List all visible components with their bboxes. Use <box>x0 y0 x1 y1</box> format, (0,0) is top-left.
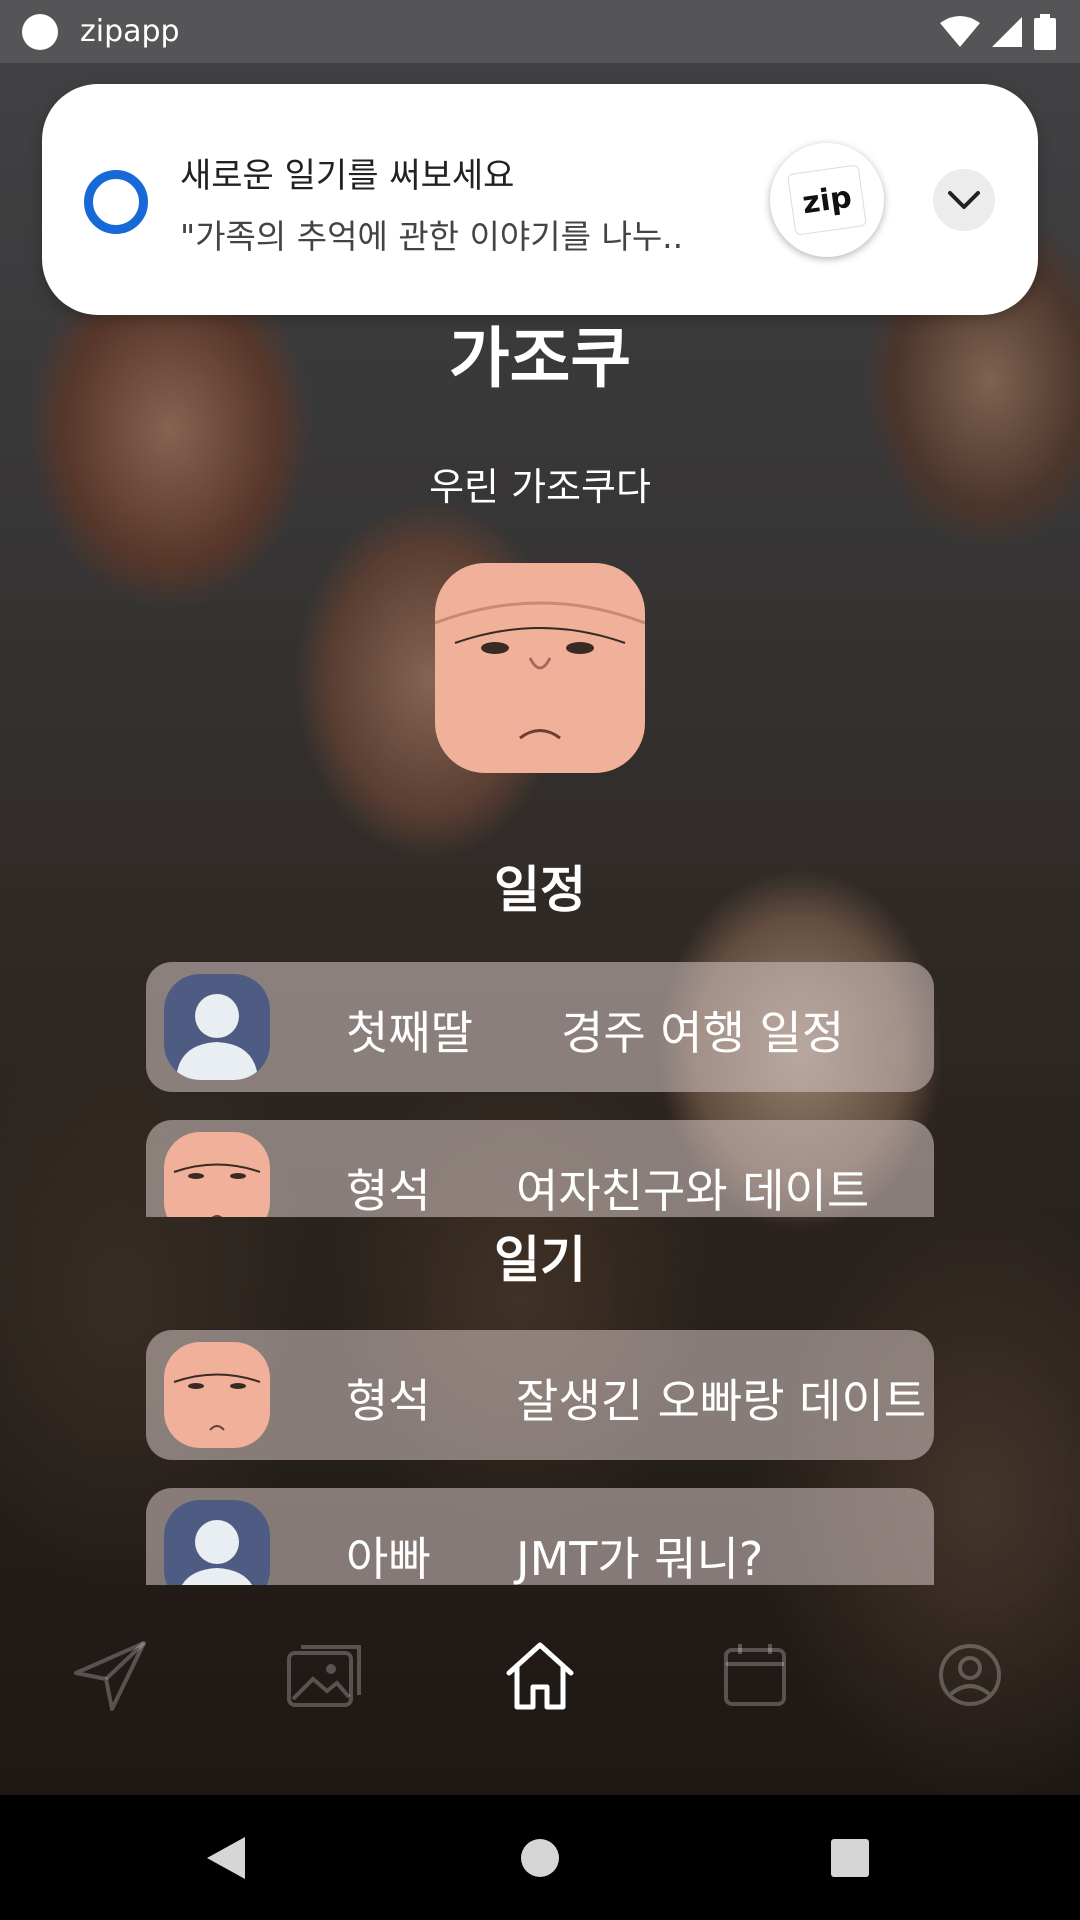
wifi-icon <box>940 16 980 47</box>
diary-title: 일기 <box>494 1231 586 1289</box>
avatar <box>164 1132 270 1217</box>
signal-icon <box>992 17 1022 47</box>
face-cartoon-icon <box>164 1132 270 1217</box>
schedule-item[interactable]: 형석 여자친구와 데이트 <box>146 1120 934 1217</box>
face-cartoon-icon <box>164 1342 270 1448</box>
default-person-icon <box>164 974 270 1080</box>
status-app-icon <box>22 13 58 50</box>
calendar-icon[interactable] <box>700 1620 810 1730</box>
zip-logo-label: zip <box>787 164 867 236</box>
notification-title: 새로운 일기를 써보세요 <box>180 156 515 196</box>
avatar <box>164 1342 270 1448</box>
schedule-text: 경주 여행 일정 <box>561 1006 845 1060</box>
diary-text: 잘생긴 오빠랑 데이트 <box>516 1374 927 1428</box>
system-nav-bar <box>0 1795 1080 1920</box>
avatar <box>164 1500 270 1585</box>
schedule-list[interactable]: 첫째딸 경주 여행 일정 형석 여자친구와 데이트 <box>146 962 934 1217</box>
notification-app-icon <box>84 170 148 234</box>
schedule-author: 첫째딸 <box>346 1006 473 1060</box>
back-icon[interactable] <box>165 1795 285 1920</box>
face-cartoon-icon <box>435 563 645 773</box>
group-name: 가조쿠 <box>448 320 632 397</box>
zip-app-icon[interactable]: zip <box>770 143 884 257</box>
recents-icon[interactable] <box>790 1795 910 1920</box>
home-button-icon[interactable] <box>480 1795 600 1920</box>
gallery-icon[interactable] <box>270 1620 380 1730</box>
diary-list[interactable]: 형석 잘생긴 오빠랑 데이트 아빠 JMT가 뭐니? <box>146 1330 934 1585</box>
schedule-text: 여자친구와 데이트 <box>516 1164 870 1217</box>
bottom-nav <box>0 1620 1080 1740</box>
chevron-down-icon[interactable] <box>933 169 995 231</box>
notification-body: "가족의 추억에 관한 이야기를 나누.. <box>180 217 684 256</box>
notification-card[interactable] <box>42 84 1038 315</box>
status-icons <box>940 14 1056 50</box>
battery-icon <box>1034 14 1056 50</box>
group-avatar[interactable] <box>435 563 645 773</box>
schedule-item[interactable]: 첫째딸 경주 여행 일정 <box>146 962 934 1092</box>
status-bar: zipapp <box>0 0 1080 63</box>
schedule-title: 일정 <box>494 861 586 919</box>
diary-item[interactable]: 아빠 JMT가 뭐니? <box>146 1488 934 1585</box>
status-app-name: zipapp <box>80 14 180 49</box>
diary-author: 아빠 <box>346 1532 431 1585</box>
schedule-author: 형석 <box>346 1164 431 1217</box>
send-icon[interactable] <box>55 1620 165 1730</box>
profile-icon[interactable] <box>915 1620 1025 1730</box>
group-subtitle: 우린 가조쿠다 <box>429 465 651 509</box>
diary-author: 형석 <box>346 1374 431 1428</box>
avatar <box>164 974 270 1080</box>
diary-item[interactable]: 형석 잘생긴 오빠랑 데이트 <box>146 1330 934 1460</box>
home-icon[interactable] <box>485 1620 595 1730</box>
diary-text: JMT가 뭐니? <box>516 1532 764 1585</box>
default-person-icon <box>164 1500 270 1585</box>
